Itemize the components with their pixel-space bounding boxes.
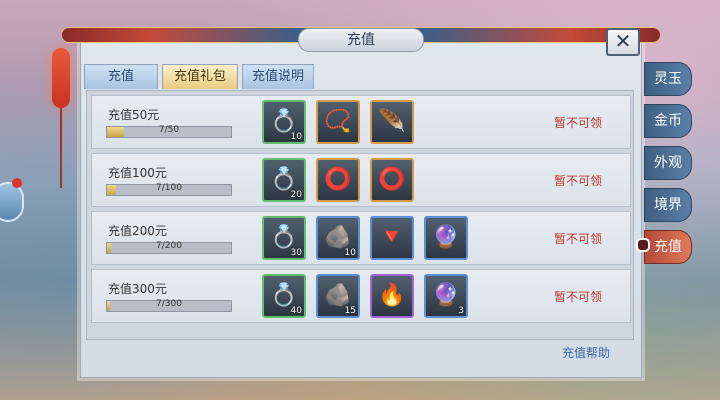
feather-pendant-icon: 🪶 (378, 109, 406, 134)
claim-status: 暂不可领 (554, 232, 603, 246)
row-title: 充值100元 (108, 166, 167, 180)
item-count: 20 (290, 190, 302, 200)
reward-item[interactable]: 💍 30 (262, 216, 306, 260)
item-count: 40 (290, 306, 302, 316)
claim-status: 暂不可领 (554, 290, 603, 304)
side-tab-gold[interactable]: 金币 (644, 104, 692, 138)
progress-bar: 7/200 (106, 241, 232, 254)
row-title: 充值300元 (108, 282, 167, 296)
gift-row: 充值200元 7/200 💍 30 🪨 10 🔻 🔮 暂不可领 (91, 211, 631, 265)
reward-item[interactable]: 🔮 3 (424, 274, 468, 318)
notification-dot (12, 178, 22, 188)
item-count: 3 (458, 306, 464, 316)
progress-bar: 7/300 (106, 299, 232, 312)
item-count: 15 (344, 306, 356, 316)
window-title: 充值 (298, 28, 424, 52)
red-crystal-icon: 🔻 (378, 225, 406, 250)
reward-item[interactable]: 🪨 10 (316, 216, 360, 260)
side-tab-realm[interactable]: 境界 (644, 188, 692, 222)
progress-bar: 7/100 (106, 183, 232, 196)
active-indicator (636, 238, 650, 252)
progress-text: 7/100 (156, 183, 182, 193)
close-button[interactable]: ✕ (606, 28, 640, 56)
ring-icon: ⭕ (378, 167, 406, 192)
progress-text: 7/300 (156, 299, 182, 309)
gift-row: 充值50元 7/50 💍 10 📿 🪶 暂不可领 (91, 95, 631, 149)
row-title: 充值200元 (108, 224, 167, 238)
tab-recharge-info[interactable]: 充值说明 (242, 64, 314, 89)
reward-item[interactable]: ⭕ (370, 158, 414, 202)
flame-crystal-icon: 🔥 (378, 283, 406, 308)
reward-item[interactable]: 💍 20 (262, 158, 306, 202)
side-tab-lingyu[interactable]: 灵玉 (644, 62, 692, 96)
reward-item[interactable]: 💍 40 (262, 274, 306, 318)
reward-item[interactable]: ⭕ (316, 158, 360, 202)
item-count: 10 (290, 132, 302, 142)
gift-row: 充值100元 7/100 💍 20 ⭕ ⭕ 暂不可领 (91, 153, 631, 207)
item-count: 30 (290, 248, 302, 258)
progress-text: 7/50 (158, 125, 180, 135)
gift-row: 充值300元 7/300 💍 40 🪨 15 🔥 🔮 3 暂不可领 (91, 269, 631, 323)
tab-recharge[interactable]: 充值 (84, 64, 158, 89)
claim-status: 暂不可领 (554, 116, 603, 130)
lantern-decoration (52, 48, 70, 188)
recharge-help-link[interactable]: 充值帮助 (562, 344, 610, 361)
reward-item[interactable]: 🔥 (370, 274, 414, 318)
reward-item[interactable]: 💍 10 (262, 100, 306, 144)
reward-item[interactable]: 🔮 (424, 216, 468, 260)
orb-icon: 🔮 (432, 225, 460, 250)
gift-list[interactable]: 充值50元 7/50 💍 10 📿 🪶 暂不可领 充值100元 7/100 💍 … (86, 90, 634, 340)
reward-item[interactable]: 🪨 15 (316, 274, 360, 318)
row-title: 充值50元 (108, 108, 160, 122)
avatar[interactable] (0, 182, 24, 222)
reward-item[interactable]: 🪶 (370, 100, 414, 144)
ring-icon: ⭕ (324, 167, 352, 192)
progress-bar: 7/50 (106, 125, 232, 138)
side-tab-appearance[interactable]: 外观 (644, 146, 692, 180)
item-count: 10 (344, 248, 356, 258)
tab-recharge-gift[interactable]: 充值礼包 (162, 64, 238, 89)
progress-text: 7/200 (156, 241, 182, 251)
claim-status: 暂不可领 (554, 174, 603, 188)
reward-item[interactable]: 📿 (316, 100, 360, 144)
side-tab-recharge[interactable]: 充值 (644, 230, 692, 264)
amulet-icon: 📿 (324, 109, 352, 134)
reward-item[interactable]: 🔻 (370, 216, 414, 260)
